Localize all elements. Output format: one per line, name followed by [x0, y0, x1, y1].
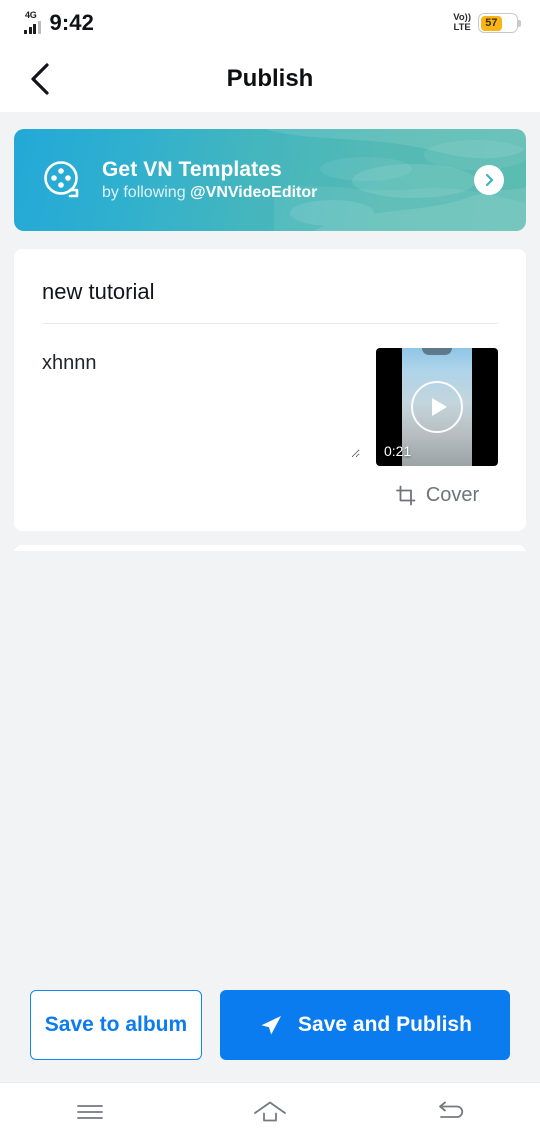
home-button[interactable] [225, 1089, 315, 1135]
menu-icon [77, 1104, 103, 1119]
play-icon[interactable] [411, 381, 463, 433]
banner-handle: @VNVideoEditor [190, 184, 318, 201]
banner-subtitle-prefix: by following [102, 184, 191, 201]
save-to-album-label: Save to album [44, 1013, 188, 1036]
video-duration-label: 0:21 [384, 443, 412, 459]
android-nav-bar [0, 1082, 540, 1140]
back-button[interactable] [12, 51, 68, 107]
banner-content: Get VN Templates by following @VNVideoEd… [14, 158, 317, 202]
chevron-right-icon [485, 173, 494, 187]
page-title: Publish [226, 65, 314, 92]
description-row: 0:21 Cover [42, 324, 498, 507]
video-thumbnail[interactable]: 0:21 [376, 348, 498, 466]
video-title-input[interactable] [42, 271, 498, 323]
cover-button[interactable]: Cover [395, 484, 479, 507]
volte-line-2: LTE [453, 22, 471, 33]
banner-arrow-button[interactable] [474, 165, 504, 195]
back-nav-button[interactable] [405, 1089, 495, 1135]
status-bar-clock: 9:42 [49, 10, 94, 35]
banner-title: Get VN Templates [102, 158, 282, 181]
chevron-left-icon [31, 63, 49, 95]
back-arrow-icon [439, 1101, 464, 1118]
save-and-publish-button[interactable]: Save and Publish [220, 990, 510, 1060]
banner-subtitle: by following @VNVideoEditor [102, 184, 317, 202]
signal-bars-icon [24, 21, 41, 34]
thumbnail-notch [422, 348, 452, 355]
recents-button[interactable] [45, 1089, 135, 1135]
vn-templates-banner[interactable]: Get VN Templates by following @VNVideoEd… [14, 129, 526, 231]
banner-text-block: Get VN Templates by following @VNVideoEd… [102, 158, 317, 202]
video-description-input[interactable] [42, 348, 360, 458]
publish-editor-card: 0:21 Cover [14, 249, 526, 531]
status-bar: 4G 9:42 Vo)) LTE 57 [0, 0, 540, 46]
save-to-album-button[interactable]: Save to album [30, 990, 202, 1060]
app-title-bar: Publish [0, 46, 540, 112]
action-bar: Save to album Save and Publish [0, 990, 540, 1082]
crop-icon [395, 485, 416, 505]
film-reel-icon [44, 161, 79, 198]
network-type-label: 4G [25, 10, 37, 20]
battery-fill: 57 [480, 15, 503, 31]
play-triangle [431, 398, 447, 416]
send-icon [261, 1016, 282, 1035]
phone-screen: 4G 9:42 Vo)) LTE 57 Publish Get VN Templ… [0, 0, 540, 1140]
home-icon [254, 1101, 286, 1121]
status-bar-left: 4G 9:42 [24, 10, 94, 36]
status-bar-right: Vo)) LTE 57 [453, 13, 521, 33]
battery-percent-label: 57 [485, 16, 498, 29]
volte-icon: Vo)) LTE [453, 13, 471, 33]
battery-icon: 57 [478, 13, 521, 33]
cover-label: Cover [425, 484, 480, 506]
signal-strength-icon: 4G [24, 10, 41, 34]
save-and-publish-label: Save and Publish [298, 1013, 472, 1036]
video-thumbnail-column: 0:21 Cover [376, 348, 498, 507]
main-content: Get VN Templates by following @VNVideoEd… [0, 112, 540, 551]
